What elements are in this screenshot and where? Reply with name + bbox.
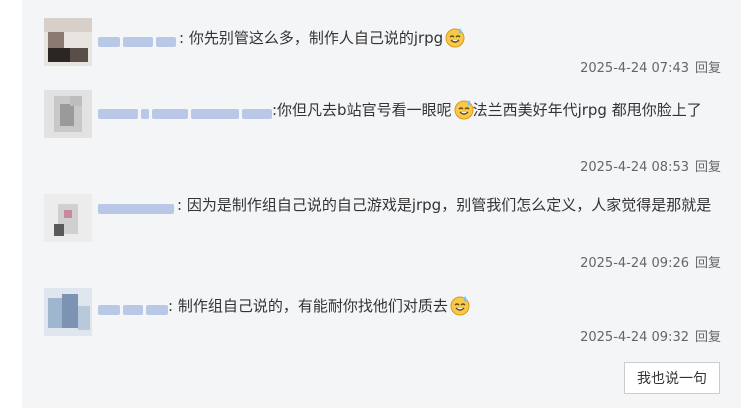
username-blurred[interactable] — [98, 299, 168, 315]
reply-link[interactable]: 回复 — [695, 330, 721, 345]
sweat-smile-emoji-icon — [449, 294, 470, 316]
reply-text: : 因为是制作组自己说的自己游戏是jrpg，别管我们怎么定义，人家觉得是那就是 — [177, 196, 712, 214]
avatar[interactable] — [44, 194, 92, 242]
sweat-smile-emoji-icon — [453, 98, 474, 120]
reply-text-continued: 法兰西美好年代jrpg 都甩你脸上了 — [472, 101, 702, 119]
avatar[interactable] — [44, 288, 92, 336]
username-blurred[interactable] — [98, 31, 179, 47]
reply-timestamp: 2025-4-24 07:43 — [580, 61, 689, 76]
reply-text: :你但凡去b站官号看一眼呢 — [272, 101, 452, 119]
reply-timestamp: 2025-4-24 09:32 — [580, 330, 689, 345]
say-something-button[interactable]: 我也说一句 — [624, 362, 720, 394]
reply-timestamp: 2025-4-24 08:53 — [580, 160, 689, 175]
reply-text: : 你先别管这么多，制作人自己说的jrpg — [179, 29, 444, 47]
avatar[interactable] — [44, 90, 92, 138]
reply-link[interactable]: 回复 — [695, 256, 721, 271]
username-blurred[interactable] — [98, 103, 272, 119]
avatar[interactable] — [44, 18, 92, 66]
reply-link[interactable]: 回复 — [695, 61, 721, 76]
reply-list-panel: : 你先别管这么多，制作人自己说的jrpg 2025-4-24 07:43 回复 … — [22, 0, 741, 408]
reply-timestamp: 2025-4-24 09:26 — [580, 256, 689, 271]
reply-link[interactable]: 回复 — [695, 160, 721, 175]
username-blurred[interactable] — [98, 198, 177, 214]
reply-text: : 制作组自己说的，有能耐你找他们对质去 — [168, 297, 448, 315]
sweat-smile-emoji-icon — [444, 26, 465, 48]
